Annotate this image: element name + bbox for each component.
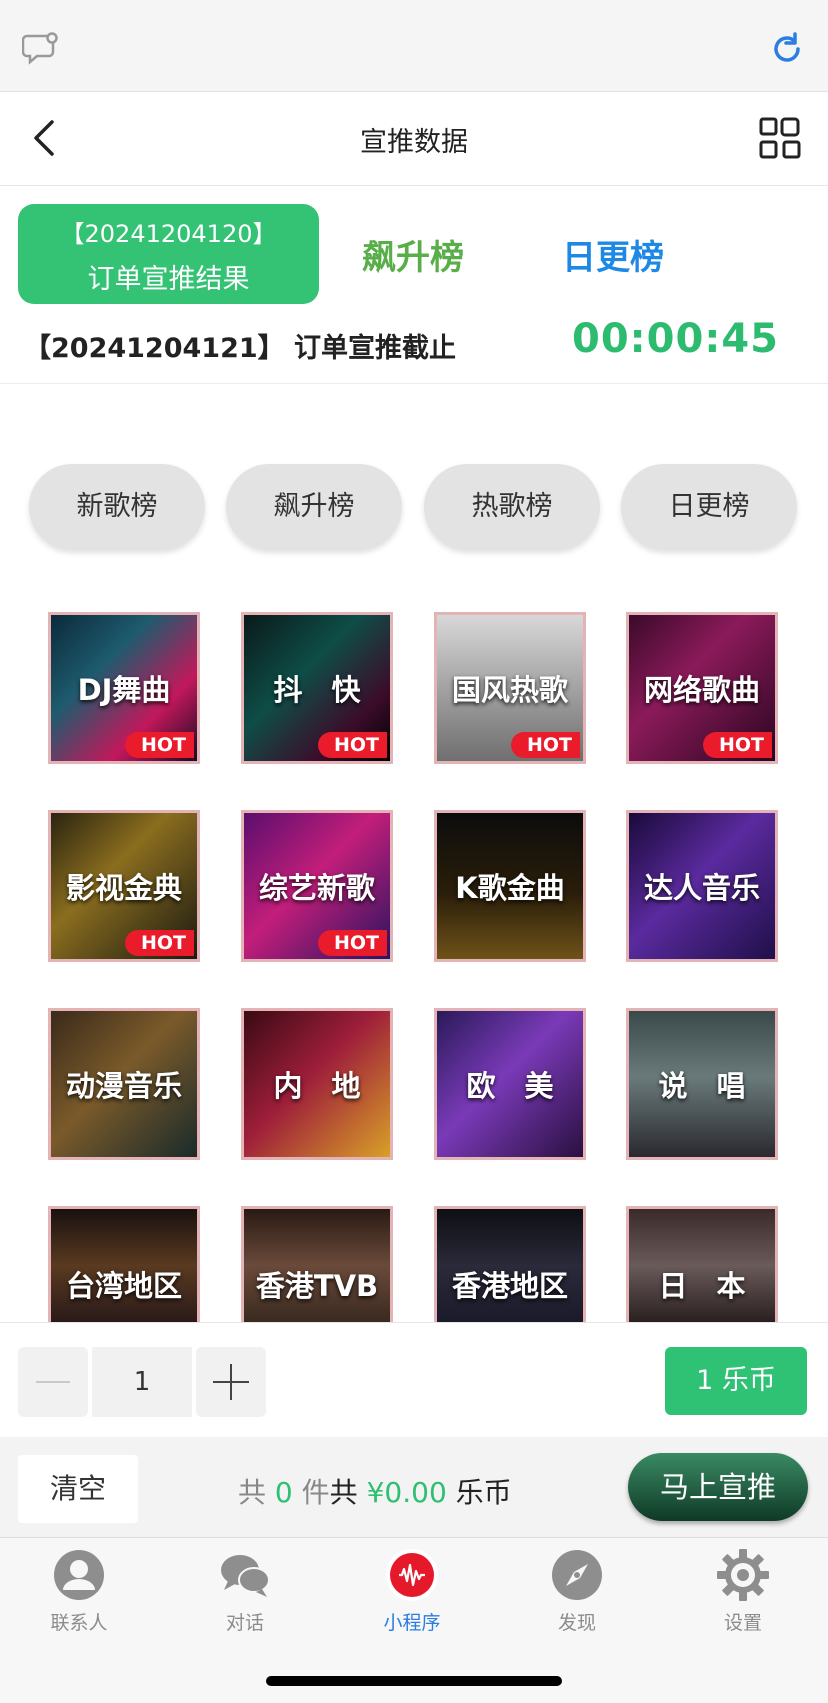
category-tile[interactable]: 香港TVB — [241, 1206, 393, 1322]
hot-badge: HOT — [317, 930, 387, 956]
category-tile[interactable]: 动漫音乐 — [48, 1008, 200, 1160]
compass-icon — [552, 1550, 602, 1600]
total-amount: ¥0.00 — [366, 1476, 447, 1509]
quantity-input[interactable]: 1 — [92, 1347, 192, 1417]
category-tile[interactable]: 香港地区 — [434, 1206, 586, 1322]
category-label: 内 地 — [273, 1069, 361, 1103]
category-tile[interactable]: 国风热歌 HOT — [434, 612, 586, 764]
mini-program-icon — [386, 1549, 438, 1601]
order-deadline-text: 【20241204121】 订单宣推截止 — [24, 333, 457, 364]
category-label: 日 本 — [658, 1268, 746, 1303]
hot-badge: HOT — [124, 732, 194, 758]
category-label: 达人音乐 — [643, 871, 760, 905]
order-result-label: 订单宣推结果 — [87, 264, 250, 295]
hot-badge: HOT — [510, 732, 580, 758]
chat-bubbles-icon — [221, 1555, 270, 1597]
category-tile[interactable]: 台湾地区 — [48, 1206, 200, 1322]
order-bar: 1 1 乐币 清空 共 0 件共 ¥0.00 乐币 马上宣推 — [0, 1322, 828, 1537]
total-row: 清空 共 0 件共 ¥0.00 乐币 马上宣推 — [0, 1437, 828, 1538]
clear-button[interactable]: 清空 — [18, 1455, 138, 1523]
category-tile[interactable]: 网络歌曲 HOT — [626, 612, 778, 764]
category-tile[interactable]: 说 唱 — [626, 1008, 778, 1160]
promote-now-button[interactable]: 马上宣推 — [628, 1453, 808, 1521]
gear-icon — [717, 1549, 769, 1601]
tab-settings[interactable]: 设置 — [683, 1548, 803, 1635]
message-icon[interactable] — [22, 30, 60, 68]
item-count: 0 — [274, 1476, 293, 1509]
category-label: 台湾地区 — [65, 1268, 182, 1303]
nav-bar: 宣推数据 — [0, 92, 828, 186]
category-label: 香港TVB — [255, 1268, 379, 1303]
quantity-row: 1 1 乐币 — [0, 1323, 828, 1437]
coin-price-button[interactable]: 1 乐币 — [665, 1347, 807, 1415]
category-label: 动漫音乐 — [65, 1069, 182, 1103]
filter-hot-songs[interactable]: 热歌榜 — [424, 464, 600, 550]
category-label: 香港地区 — [451, 1268, 568, 1303]
quantity-decrease-button[interactable] — [18, 1347, 88, 1417]
hot-badge: HOT — [124, 930, 194, 956]
category-tile[interactable]: 内 地 — [241, 1008, 393, 1160]
tab-chats[interactable]: 对话 — [185, 1548, 305, 1635]
hot-badge: HOT — [317, 732, 387, 758]
category-tile[interactable]: 影视金典 HOT — [48, 810, 200, 962]
category-tile[interactable]: 综艺新歌 HOT — [241, 810, 393, 962]
tab-contacts[interactable]: 联系人 — [19, 1548, 139, 1635]
category-tile[interactable]: 抖 快 HOT — [241, 612, 393, 764]
tab-discover[interactable]: 发现 — [517, 1548, 637, 1635]
order-result-button[interactable]: 【20241204120】 订单宣推结果 — [18, 204, 319, 304]
filter-new-songs[interactable]: 新歌榜 — [29, 464, 205, 550]
category-tile[interactable]: 达人音乐 — [626, 810, 778, 962]
quantity-increase-button[interactable] — [196, 1347, 266, 1417]
filter-rising[interactable]: 飙升榜 — [226, 464, 402, 550]
category-tile[interactable]: 日 本 — [626, 1206, 778, 1322]
category-tile[interactable]: 欧 美 — [434, 1008, 586, 1160]
category-label: 欧 美 — [466, 1069, 554, 1103]
order-summary: 共 0 件共 ¥0.00 乐币 — [238, 1476, 512, 1509]
tab-rising-chart[interactable]: 飙升榜 — [362, 230, 464, 279]
category-label: K歌金曲 — [455, 871, 565, 905]
order-header: 【20241204120】 订单宣推结果 飙升榜 日更榜 【2024120412… — [0, 186, 828, 384]
page-title: 宣推数据 — [360, 127, 468, 158]
order-id-label: 【20241204120】 — [60, 220, 277, 248]
category-tile[interactable]: K歌金曲 — [434, 810, 586, 962]
home-indicator[interactable] — [266, 1676, 562, 1686]
tab-daily-chart[interactable]: 日更榜 — [562, 230, 664, 279]
category-label: 说 唱 — [658, 1069, 746, 1103]
category-tile[interactable]: DJ舞曲 HOT — [48, 612, 200, 764]
hot-badge: HOT — [702, 732, 772, 758]
top-bar — [0, 0, 828, 92]
contact-icon — [54, 1550, 104, 1600]
filter-daily[interactable]: 日更榜 — [621, 464, 797, 550]
grid-menu-icon[interactable] — [758, 116, 802, 160]
tab-mini-programs[interactable]: 小程序 — [352, 1548, 472, 1635]
countdown-timer: 00:00:45 — [572, 316, 779, 362]
refresh-icon[interactable] — [768, 30, 806, 68]
